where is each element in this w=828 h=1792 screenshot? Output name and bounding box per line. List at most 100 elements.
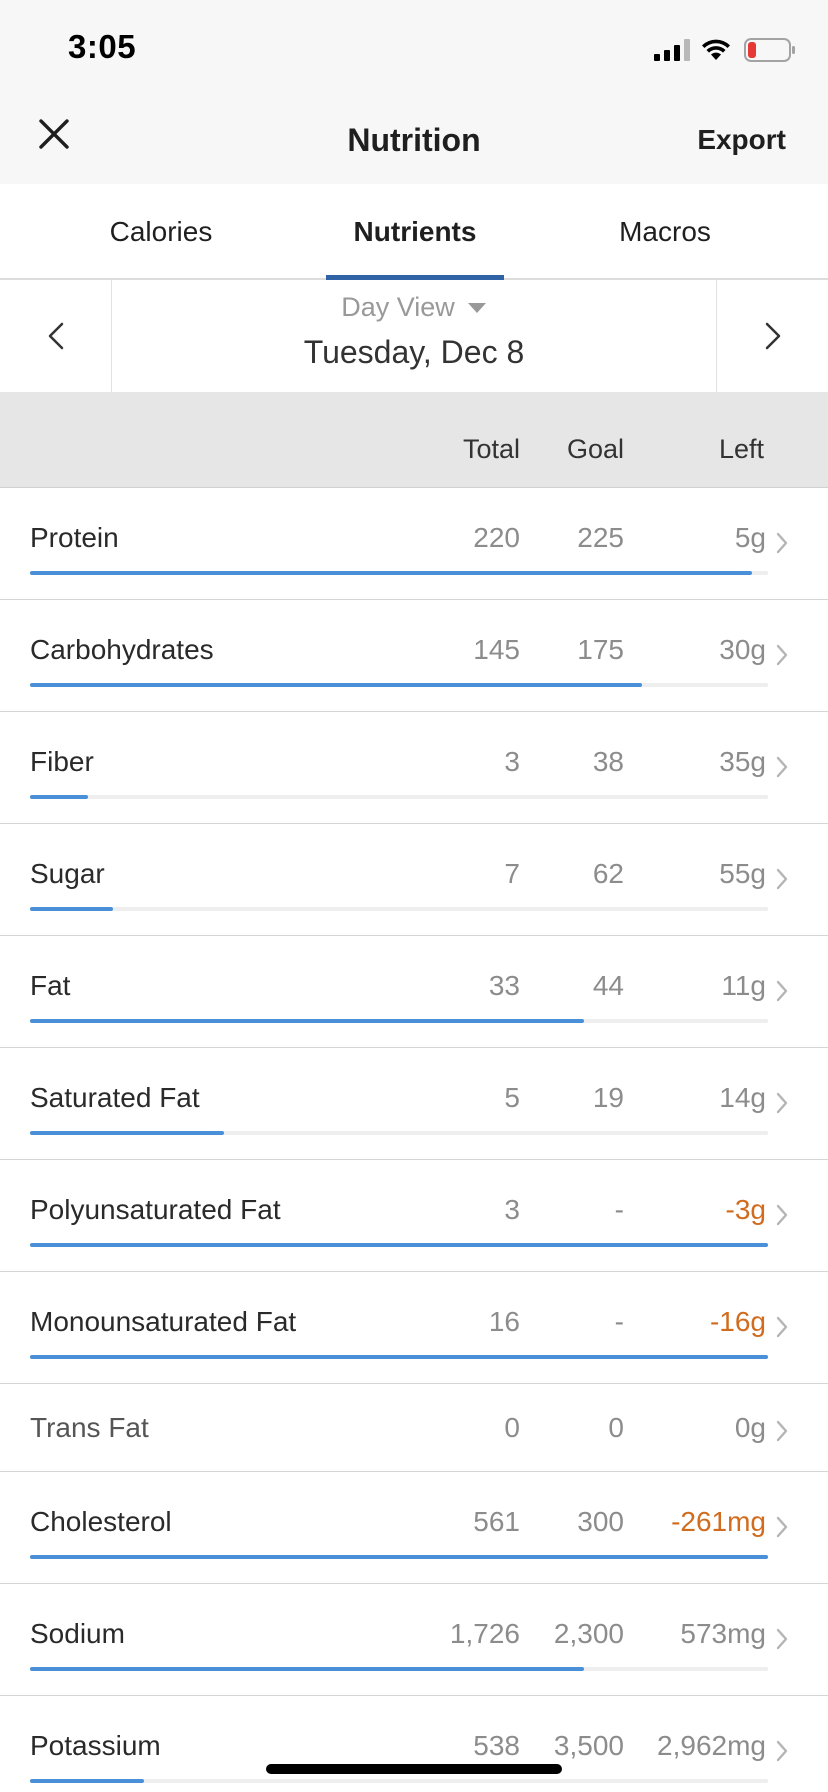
nutrient-row[interactable]: Sodium 1,726 2,300 573mg [0, 1584, 828, 1696]
nav-bar: Nutrition Export [0, 96, 828, 184]
column-header-goal: Goal [566, 434, 624, 464]
nutrient-row[interactable]: Carbohydrates 145 175 30g [0, 600, 828, 712]
date-view-picker[interactable]: Day View Tuesday, Dec 8 [112, 280, 716, 392]
nutrient-total: 3 [504, 746, 520, 777]
status-bar: 3:05 [0, 0, 828, 96]
nutrient-row[interactable]: Cholesterol 561 300 -261mg [0, 1472, 828, 1584]
nutrient-left: 5g [734, 522, 766, 553]
chevron-right-icon [776, 1092, 788, 1114]
nutrient-row[interactable]: Saturated Fat 5 19 14g [0, 1048, 828, 1160]
nutrient-total: 33 [488, 970, 520, 1001]
progress-track [30, 571, 768, 575]
progress-fill [30, 1779, 144, 1783]
progress-track [30, 1243, 768, 1247]
nutrient-total: 16 [488, 1306, 520, 1337]
nutrient-row[interactable]: Trans Fat 0 0 0g [0, 1384, 828, 1472]
table-header: Total Goal Left [0, 392, 828, 488]
nutrient-row[interactable]: Sugar 7 62 55g [0, 824, 828, 936]
nutrient-total: 5 [504, 1082, 520, 1113]
progress-fill [30, 1555, 768, 1559]
nutrient-left: -261mg [671, 1506, 766, 1537]
nutrient-row[interactable]: Protein 220 225 5g [0, 488, 828, 600]
view-mode-label: Day View [341, 292, 455, 322]
nutrient-total: 1,726 [449, 1618, 520, 1649]
progress-fill [30, 683, 642, 687]
column-header-left: Left [718, 434, 764, 464]
progress-track [30, 683, 768, 687]
view-mode-select[interactable]: Day View [112, 292, 716, 323]
home-indicator [266, 1764, 562, 1774]
nutrient-name: Sodium [30, 1618, 125, 1649]
chevron-right-icon [776, 756, 788, 778]
status-icons [654, 36, 796, 64]
nutrient-row[interactable]: Fiber 3 38 35g [0, 712, 828, 824]
nutrient-left: 30g [719, 634, 766, 665]
next-day-button[interactable] [716, 280, 828, 392]
nutrient-left: 35g [719, 746, 766, 777]
close-icon [39, 119, 69, 149]
chevron-right-icon [776, 868, 788, 890]
progress-fill [30, 795, 89, 799]
nutrition-screen: 3:05 Nutrition Export Calories Nutrients… [0, 0, 828, 1792]
date-selector: Day View Tuesday, Dec 8 [0, 280, 828, 392]
progress-fill [30, 571, 752, 575]
chevron-right-icon [776, 1204, 788, 1226]
nutrient-goal: 44 [592, 970, 624, 1001]
cellular-signal-icon [654, 39, 690, 61]
nutrient-total: 220 [473, 522, 520, 553]
export-button[interactable]: Export [697, 124, 786, 156]
progress-fill [30, 1131, 225, 1135]
tab-bar: Calories Nutrients Macros [0, 184, 828, 280]
nutrient-name: Protein [30, 522, 119, 553]
nutrient-total: 538 [473, 1730, 520, 1761]
nutrient-goal: 62 [592, 858, 624, 889]
nutrient-total: 561 [473, 1506, 520, 1537]
tab-macros[interactable]: Macros [550, 184, 780, 280]
chevron-right-icon [776, 1516, 788, 1538]
nutrient-left: -16g [709, 1306, 766, 1337]
progress-fill [30, 1667, 584, 1671]
nutrient-row[interactable]: Fat 33 44 11g [0, 936, 828, 1048]
nutrient-left: 0g [734, 1412, 766, 1443]
column-header-total: Total [462, 434, 520, 464]
progress-track [30, 907, 768, 911]
nutrient-left: 11g [721, 970, 766, 1001]
progress-track [30, 1019, 768, 1023]
wifi-icon [702, 39, 730, 60]
progress-fill [30, 907, 114, 911]
tab-calories[interactable]: Calories [46, 184, 276, 280]
chevron-left-icon [48, 322, 63, 350]
nutrient-goal: 2,300 [553, 1618, 624, 1649]
status-time: 3:05 [68, 28, 137, 65]
nutrient-total: 7 [504, 858, 520, 889]
nutrient-row[interactable]: Polyunsaturated Fat 3 - -3g [0, 1160, 828, 1272]
nutrient-total: 145 [473, 634, 520, 665]
nutrient-name: Sugar [30, 858, 105, 889]
close-button[interactable] [34, 114, 74, 154]
progress-fill [30, 1355, 768, 1359]
nutrient-goal: 38 [592, 746, 624, 777]
previous-day-button[interactable] [0, 280, 112, 392]
chevron-right-icon [776, 1420, 788, 1442]
chevron-right-icon [776, 1740, 788, 1762]
tab-nutrients[interactable]: Nutrients [300, 184, 530, 280]
progress-fill [30, 1243, 768, 1247]
nutrient-goal: - [614, 1306, 624, 1337]
nutrient-row[interactable]: Potassium 538 3,500 2,962mg [0, 1696, 828, 1792]
nutrient-goal: 300 [577, 1506, 624, 1537]
nutrient-goal: 225 [577, 522, 624, 553]
nutrient-name: Fat [30, 970, 71, 1001]
nutrient-left: 14g [719, 1082, 766, 1113]
chevron-right-icon [765, 322, 780, 350]
nutrient-goal: 0 [608, 1412, 624, 1443]
progress-track [30, 1355, 768, 1359]
nutrient-list: Protein 220 225 5g Carbohydrates 145 175 30g Fib… [0, 488, 828, 1792]
chevron-right-icon [776, 644, 788, 666]
nutrient-name: Potassium [30, 1730, 161, 1761]
progress-track [30, 1779, 768, 1783]
chevron-right-icon [776, 980, 788, 1002]
nutrient-left: 55g [719, 858, 766, 889]
nutrient-name: Monounsaturated Fat [30, 1306, 297, 1337]
progress-track [30, 1667, 768, 1671]
nutrient-row[interactable]: Monounsaturated Fat 16 - -16g [0, 1272, 828, 1384]
